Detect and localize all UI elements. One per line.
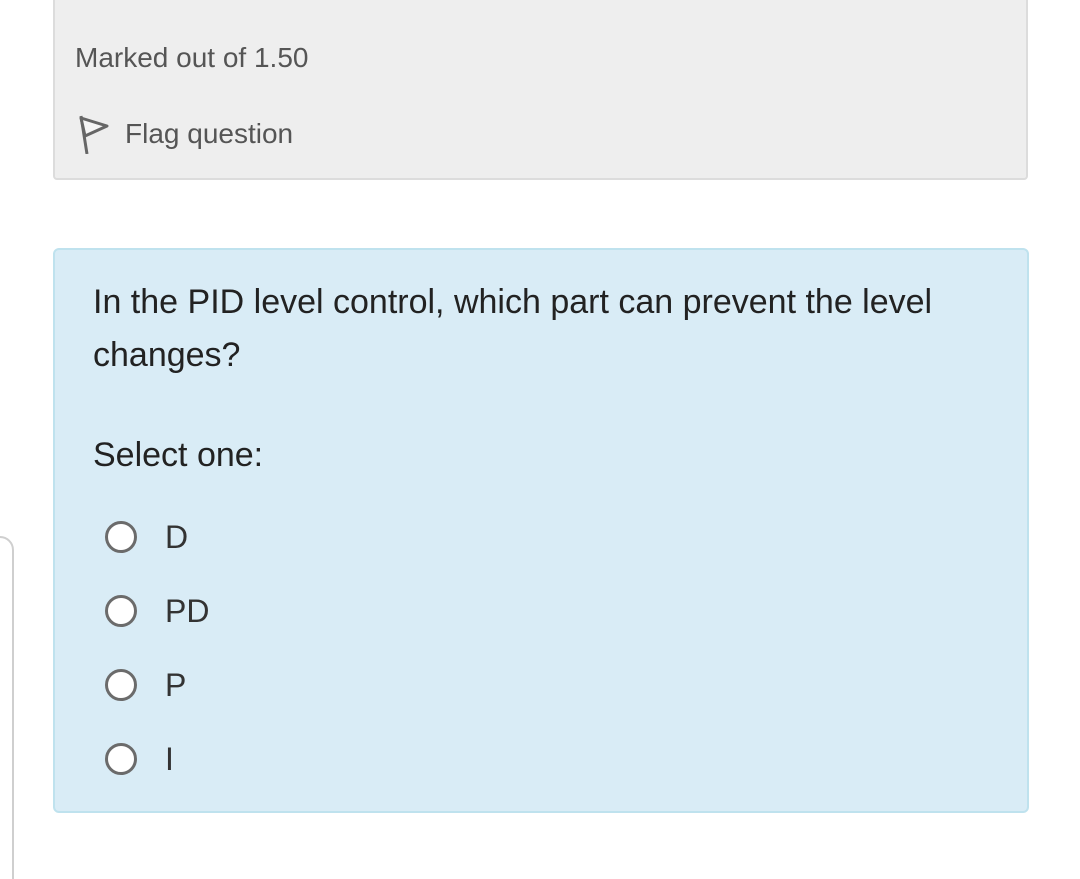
answer-option-label: I bbox=[165, 740, 174, 777]
select-one-prompt: Select one: bbox=[93, 436, 264, 474]
answer-option-p[interactable]: P bbox=[105, 648, 209, 722]
marked-out-of-text: Marked out of 1.50 bbox=[75, 42, 309, 73]
radio-button[interactable] bbox=[105, 743, 137, 775]
quiz-page: Marked out of 1.50 Flag question In the … bbox=[0, 0, 1080, 879]
answer-option-pd[interactable]: PD bbox=[105, 574, 209, 648]
radio-button[interactable] bbox=[105, 521, 137, 553]
left-edge-panel bbox=[0, 536, 14, 879]
flag-question-link[interactable]: Flag question bbox=[77, 114, 294, 155]
flag-question-label: Flag question bbox=[125, 118, 294, 149]
answer-option-label: P bbox=[165, 666, 187, 703]
answer-option-i[interactable]: I bbox=[105, 722, 209, 796]
radio-button[interactable] bbox=[105, 669, 137, 701]
answer-option-d[interactable]: D bbox=[105, 500, 209, 574]
answer-options: D PD P I bbox=[105, 500, 209, 796]
flag-icon bbox=[77, 114, 111, 155]
question-box: In the PID level control, which part can… bbox=[53, 248, 1029, 813]
question-text: In the PID level control, which part can… bbox=[93, 283, 933, 374]
question-info-box: Marked out of 1.50 Flag question bbox=[53, 0, 1028, 180]
answer-option-label: D bbox=[165, 518, 189, 555]
answer-option-label: PD bbox=[165, 592, 210, 629]
radio-button[interactable] bbox=[105, 595, 137, 627]
